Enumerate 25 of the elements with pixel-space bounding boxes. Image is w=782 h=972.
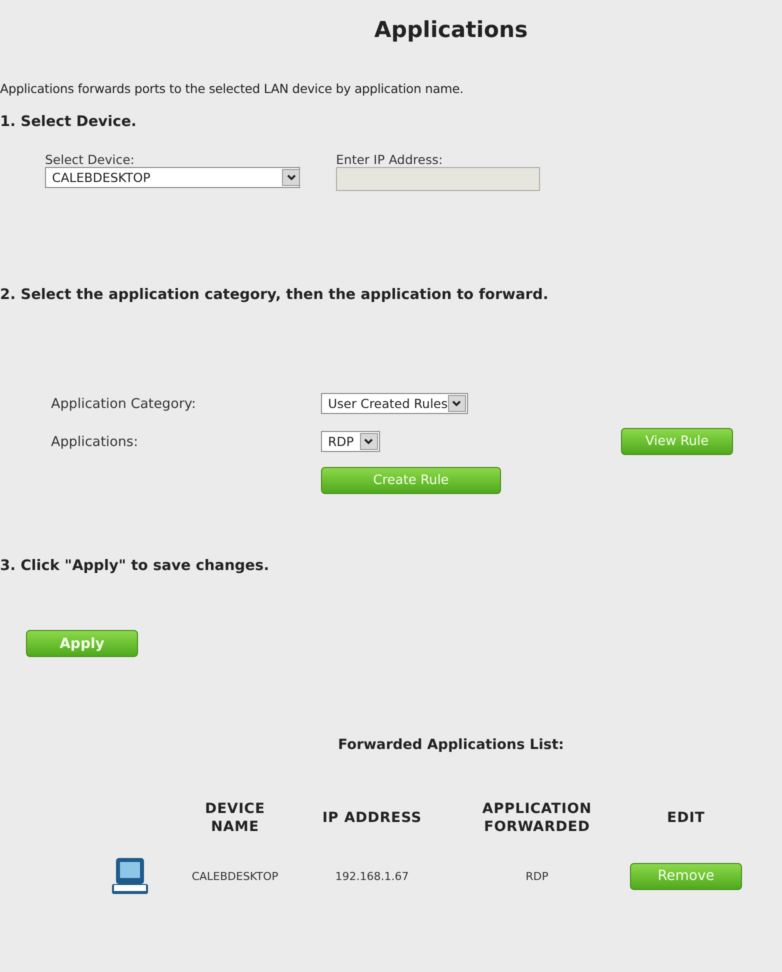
step-heading: 3. Click "Apply" to save changes. bbox=[0, 558, 270, 574]
field-label: Enter IP Address: bbox=[336, 152, 444, 167]
column-header: DEVICE NAME bbox=[204, 801, 266, 836]
computer-icon bbox=[110, 856, 150, 896]
list-heading: Forwarded Applications List: bbox=[336, 737, 566, 753]
description-text: Applications forwards ports to the selected LAN device by application name. bbox=[0, 81, 464, 96]
column-header: IP ADDRESS bbox=[322, 810, 422, 828]
field-label: Select Device: bbox=[45, 152, 136, 167]
dropdown[interactable]: RDP bbox=[321, 431, 380, 452]
table-cell-text: CALEBDESKTOP bbox=[190, 870, 280, 882]
dropdown[interactable]: User Created Rules bbox=[321, 393, 468, 414]
remove-button[interactable]: Remove bbox=[630, 862, 742, 890]
step-heading: 1. Select Device. bbox=[0, 114, 138, 130]
table-cell-text: RDP bbox=[524, 870, 550, 882]
dropdown[interactable]: CALEBDESKTOP bbox=[45, 167, 300, 188]
column-header: APPLICATION FORWARDED bbox=[481, 801, 593, 836]
field-label: Application Category: bbox=[51, 396, 197, 412]
step-heading: 2. Select the application category, then the application to forward. bbox=[0, 287, 550, 303]
page-title: Applications bbox=[373, 17, 529, 43]
column-header: EDIT bbox=[667, 810, 705, 828]
field-label: Applications: bbox=[51, 434, 140, 450]
create-rule-button[interactable]: Create Rule bbox=[321, 467, 501, 494]
table-cell-text: 192.168.1.67 bbox=[334, 870, 410, 882]
apply-button[interactable]: Apply bbox=[26, 630, 138, 657]
view-rule-button[interactable]: View Rule bbox=[621, 428, 733, 455]
